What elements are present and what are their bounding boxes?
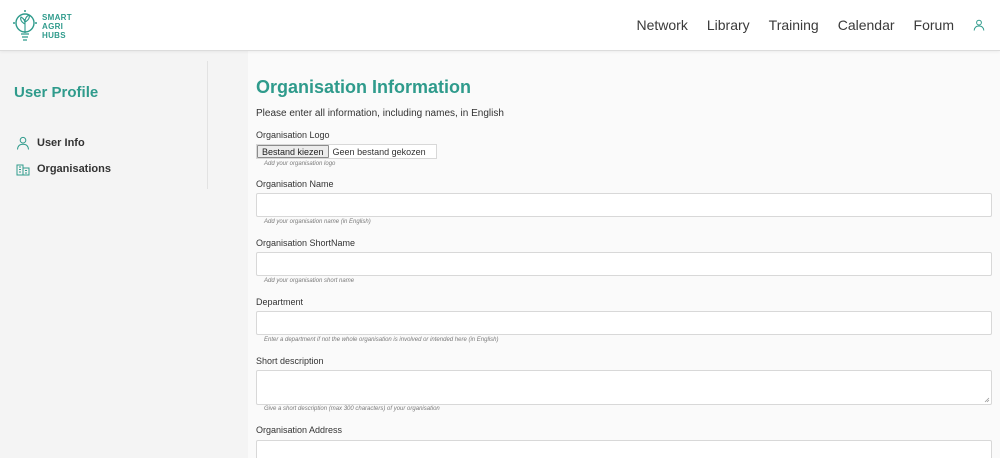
main-nav: Network Library Training Calendar Forum <box>618 0 987 50</box>
department-hint: Enter a department if not the whole orga… <box>264 337 499 343</box>
logo-label: Organisation Logo <box>256 130 330 140</box>
intro-text: Please enter all information, including … <box>256 108 504 119</box>
logo-hint: Add your organisation logo <box>264 161 336 167</box>
sidebar-divider <box>207 61 208 189</box>
organisation-name-input[interactable] <box>256 193 992 217</box>
page-title: Organisation Information <box>256 77 472 97</box>
short-description-label: Short description <box>256 356 324 366</box>
building-icon <box>16 162 30 176</box>
sidebar-item-organisations[interactable]: Organisations <box>16 162 111 176</box>
organisation-shortname-input[interactable] <box>256 252 992 276</box>
short-description-textarea[interactable] <box>256 370 992 405</box>
organisation-address-input[interactable] <box>256 440 992 458</box>
sidebar-item-user-info[interactable]: User Info <box>16 136 85 150</box>
logo-icon <box>13 10 37 41</box>
user-icon[interactable] <box>972 18 986 32</box>
logo-wordmark: SMART AGRI HUBS <box>42 13 72 40</box>
user-icon <box>16 136 30 150</box>
nav-training[interactable]: Training <box>769 17 819 33</box>
short-description-hint: Give a short description (max 300 charac… <box>264 406 440 412</box>
top-header: SMART AGRI HUBS Network Library Training… <box>0 0 1000 51</box>
organisation-form: Organisation Information Please enter al… <box>248 51 1000 458</box>
department-input[interactable] <box>256 311 992 335</box>
resize-handle-icon[interactable] <box>984 397 990 403</box>
choose-file-button[interactable]: Bestand kiezen <box>257 145 329 158</box>
smart-agri-hubs-logo[interactable]: SMART AGRI HUBS <box>12 8 72 44</box>
nav-calendar[interactable]: Calendar <box>838 17 895 33</box>
organisation-name-hint: Add your organisation name (in English) <box>264 219 371 225</box>
logo-line-1: SMART <box>42 12 72 22</box>
profile-sidebar: User Profile User Info Organisations <box>0 51 248 458</box>
logo-line-3: HUBS <box>42 30 66 40</box>
organisation-shortname-hint: Add your organisation short name <box>264 278 355 284</box>
department-label: Department <box>256 297 304 307</box>
organisation-address-label: Organisation Address <box>256 425 343 435</box>
sidebar-title: User Profile <box>14 84 99 101</box>
nav-library[interactable]: Library <box>707 17 750 33</box>
logo-file-input[interactable]: Bestand kiezen Geen bestand gekozen <box>256 144 437 159</box>
file-status: Geen bestand gekozen <box>332 146 426 157</box>
sidebar-item-label: User Info <box>37 137 85 149</box>
organisation-shortname-label: Organisation ShortName <box>256 238 356 248</box>
sidebar-item-label: Organisations <box>37 163 111 175</box>
logo-line-2: AGRI <box>42 21 64 31</box>
nav-network[interactable]: Network <box>637 17 688 33</box>
nav-forum[interactable]: Forum <box>914 17 954 33</box>
organisation-name-label: Organisation Name <box>256 179 334 189</box>
